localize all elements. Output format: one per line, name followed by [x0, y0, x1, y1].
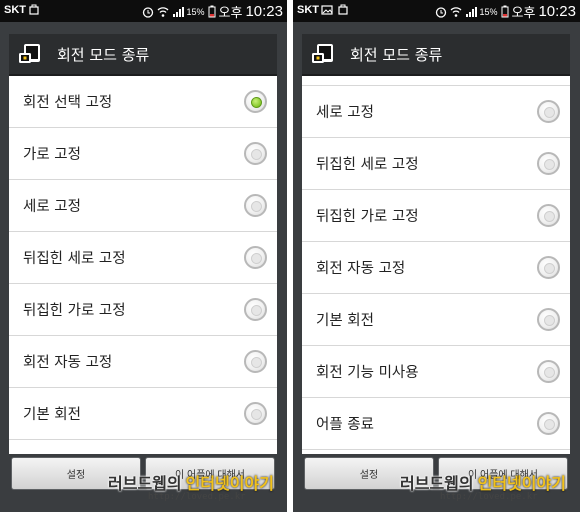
option-row-auto-rotate-lock[interactable]: 회전 자동 고정 [302, 242, 570, 294]
battery-icon [208, 5, 216, 18]
option-row-portrait-lock[interactable]: 세로 고정 [9, 180, 277, 232]
alarm-icon [142, 6, 153, 18]
rotation-lock-app-icon [17, 40, 45, 68]
right-screenshot: SKT 15% 오후 10:23 회전 모드 종류 세로 고정 뒤집힌 세로 고… [293, 0, 580, 512]
wifi-icon [450, 6, 461, 17]
settings-button[interactable]: 설정 [304, 457, 434, 490]
rotation-mode-list-scrolled: 세로 고정 뒤집힌 세로 고정 뒤집힌 가로 고정 회전 자동 고정 기본 회전… [302, 76, 570, 450]
radio-button[interactable] [537, 360, 560, 383]
option-row-disable-rotation[interactable]: 회전 기능 미사용 [302, 346, 570, 398]
settings-button[interactable]: 설정 [11, 457, 141, 490]
dialog-button-bar: 설정 이 어플에 대해서 [9, 455, 277, 493]
option-label: 회전 선택 고정 [23, 95, 113, 111]
partially-scrolled-row [302, 76, 570, 86]
option-row-reverse-landscape-lock[interactable]: 뒤집힌 가로 고정 [302, 190, 570, 242]
option-row-default-rotation[interactable]: 기본 회전 [302, 294, 570, 346]
sync-icon [338, 4, 348, 15]
option-label: 뒤집힌 세로 고정 [23, 251, 126, 267]
dialog-title: 회전 모드 종류 [57, 45, 150, 64]
battery-icon [501, 5, 509, 18]
time-ampm: 오후 [218, 5, 243, 20]
radio-button[interactable] [244, 194, 267, 217]
radio-button[interactable] [537, 256, 560, 279]
dialog-header: 회전 모드 종류 [302, 34, 570, 76]
option-row-reverse-portrait-lock[interactable]: 뒤집힌 세로 고정 [302, 138, 570, 190]
option-label: 세로 고정 [23, 199, 81, 215]
carrier-label: SKT [297, 4, 319, 16]
option-label: 기본 회전 [23, 407, 81, 423]
radio-button[interactable] [537, 152, 560, 175]
radio-button-selected[interactable] [244, 90, 267, 113]
clock-time: 10:23 [538, 3, 576, 20]
option-row-reverse-portrait-lock[interactable]: 뒤집힌 세로 고정 [9, 232, 277, 284]
clock-time: 10:23 [245, 3, 283, 20]
carrier-label: SKT [4, 4, 26, 16]
option-label: 회전 자동 고정 [316, 261, 406, 277]
rotation-mode-dialog: 회전 모드 종류 세로 고정 뒤집힌 세로 고정 뒤집힌 가로 고정 회전 자동… [302, 34, 570, 454]
radio-button[interactable] [244, 350, 267, 373]
option-row-default-rotation[interactable]: 기본 회전 [9, 388, 277, 440]
option-row-landscape-lock[interactable]: 가로 고정 [9, 128, 277, 180]
dialog-button-bar: 설정 이 어플에 대해서 [302, 455, 570, 493]
time-ampm: 오후 [511, 5, 536, 20]
radio-button[interactable] [244, 246, 267, 269]
signal-icon [465, 6, 477, 17]
option-label: 뒤집힌 가로 고정 [23, 303, 126, 319]
option-row-auto-rotate-lock[interactable]: 회전 자동 고정 [9, 336, 277, 388]
status-bar: SKT 15% 오후 10:23 [0, 0, 287, 22]
about-app-button[interactable]: 이 어플에 대해서 [145, 457, 275, 490]
rotation-mode-list: 회전 선택 고정 가로 고정 세로 고정 뒤집힌 세로 고정 뒤집힌 가로 고정… [9, 76, 277, 440]
option-label: 세로 고정 [316, 105, 374, 121]
alarm-icon [435, 6, 446, 18]
radio-button[interactable] [537, 204, 560, 227]
option-row-rotation-select-lock[interactable]: 회전 선택 고정 [9, 76, 277, 128]
option-label: 회전 자동 고정 [23, 355, 113, 371]
option-label: 어플 종료 [316, 417, 374, 433]
about-app-button[interactable]: 이 어플에 대해서 [438, 457, 568, 490]
rotation-lock-app-icon [310, 40, 338, 68]
radio-button[interactable] [537, 100, 560, 123]
battery-percent: 15% [479, 6, 498, 17]
image-icon [321, 5, 333, 15]
option-row-portrait-lock[interactable]: 세로 고정 [302, 86, 570, 138]
dialog-header: 회전 모드 종류 [9, 34, 277, 76]
dialog-title: 회전 모드 종류 [350, 45, 443, 64]
option-label: 뒤집힌 가로 고정 [316, 209, 419, 225]
radio-button[interactable] [537, 412, 560, 435]
option-label: 뒤집힌 세로 고정 [316, 157, 419, 173]
sync-icon [29, 4, 39, 15]
option-row-reverse-landscape-lock[interactable]: 뒤집힌 가로 고정 [9, 284, 277, 336]
option-label: 기본 회전 [316, 313, 374, 329]
radio-button[interactable] [537, 308, 560, 331]
radio-button[interactable] [244, 402, 267, 425]
rotation-mode-dialog: 회전 모드 종류 회전 선택 고정 가로 고정 세로 고정 뒤집힌 세로 고정 … [9, 34, 277, 454]
battery-percent: 15% [186, 6, 205, 17]
signal-icon [172, 6, 184, 17]
option-label: 회전 기능 미사용 [316, 365, 419, 381]
radio-button[interactable] [244, 142, 267, 165]
option-row-exit-app[interactable]: 어플 종료 [302, 398, 570, 450]
wifi-icon [157, 6, 168, 17]
left-screenshot: SKT 15% 오후 10:23 회전 모드 종류 회전 선택 고정 가로 고정 [0, 0, 287, 512]
status-bar: SKT 15% 오후 10:23 [293, 0, 580, 22]
option-label: 가로 고정 [23, 147, 81, 163]
radio-button[interactable] [244, 298, 267, 321]
